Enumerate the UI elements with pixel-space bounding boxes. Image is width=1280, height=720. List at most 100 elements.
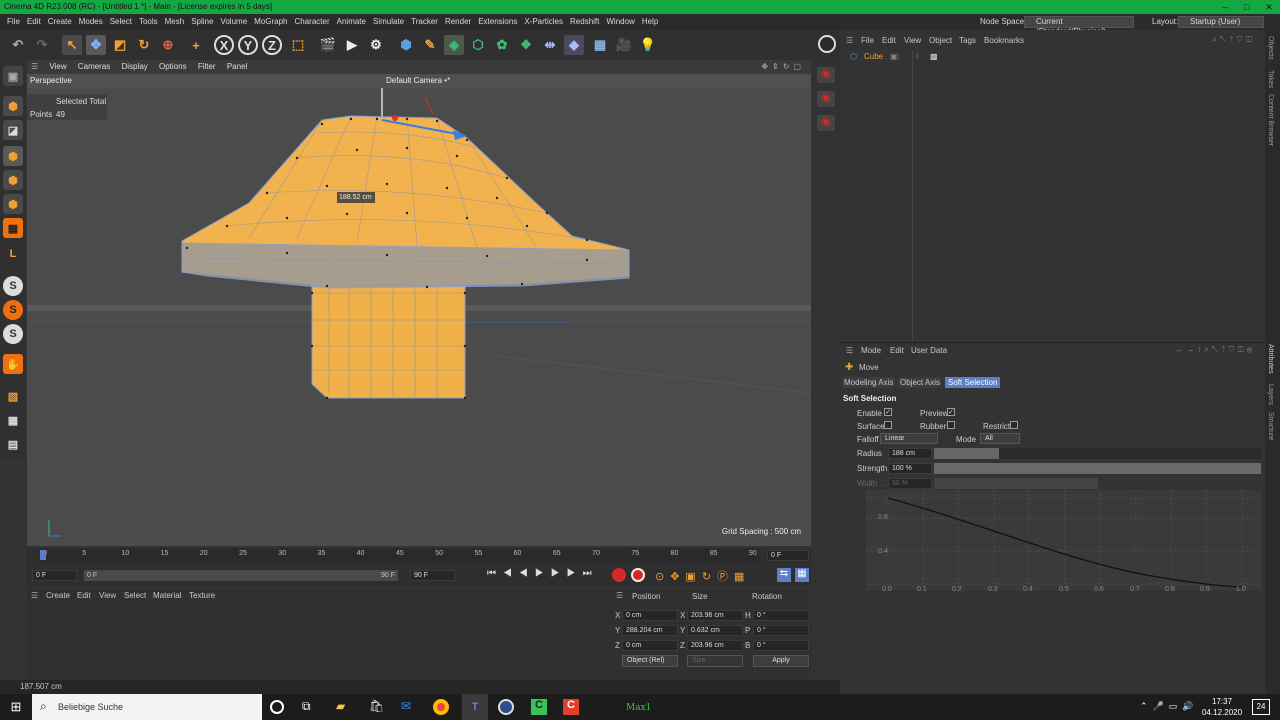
pos-y-field[interactable]: 288.204 cm (622, 625, 678, 636)
falloff-dropdown[interactable]: Linear (880, 433, 938, 444)
x-axis-lock-icon[interactable]: X (214, 35, 234, 55)
visibility-icon[interactable]: ▣⁝ (890, 52, 900, 61)
objects-menu-object[interactable]: Object (929, 36, 952, 45)
menu-create[interactable]: Create (48, 14, 72, 30)
file-explorer-icon[interactable]: ▰ (336, 699, 345, 713)
mograph-icon[interactable]: ❖ (516, 35, 536, 55)
menu-help[interactable]: Help (642, 14, 658, 30)
camtasia-icon[interactable]: C (531, 699, 547, 715)
menu-spline[interactable]: Spline (191, 14, 213, 30)
viewport-menu-cameras[interactable]: Cameras (78, 60, 110, 74)
radius-field[interactable]: 188 cm (888, 448, 932, 459)
material-menu-texture[interactable]: Texture (189, 591, 215, 600)
current-frame-field[interactable]: 0 F (767, 550, 809, 561)
material-menu-create[interactable]: Create (46, 591, 70, 600)
strength-field[interactable]: 100 % (888, 463, 932, 474)
viewport-menu-panel[interactable]: Panel (227, 60, 247, 74)
hamburger-icon[interactable]: ☰ (31, 60, 38, 74)
make-editable-icon[interactable]: ▣ (3, 66, 23, 86)
menu-edit[interactable]: Edit (27, 14, 41, 30)
recorder-icon[interactable]: C (563, 699, 579, 715)
move-tool-icon[interactable]: ✥ (86, 35, 106, 55)
viewport-menu-options[interactable]: Options (159, 60, 187, 74)
close-button[interactable]: ✕ (1258, 0, 1280, 14)
layer-icon[interactable]: ▤ (3, 434, 23, 454)
width-slider[interactable] (934, 478, 1261, 489)
coordinate-system-icon[interactable]: ⊕ (158, 35, 178, 55)
render-settings-icon[interactable]: ⚙ (366, 35, 386, 55)
menu-render[interactable]: Render (445, 14, 471, 30)
objects-menu-icon[interactable]: ☰ (846, 36, 853, 45)
menu-x-particles[interactable]: X-Particles (524, 14, 563, 30)
menu-select[interactable]: Select (110, 14, 132, 30)
side-tab-objects[interactable]: Objects (1267, 36, 1274, 60)
size-y-field[interactable]: 0.632 cm (687, 625, 743, 636)
snap-settings-icon[interactable]: S (3, 300, 23, 320)
objects-menu-bookmarks[interactable]: Bookmarks (984, 36, 1024, 45)
field-icon[interactable]: ◆ (564, 35, 584, 55)
menu-simulate[interactable]: Simulate (373, 14, 404, 30)
deformer-icon[interactable]: ⇹ (540, 35, 560, 55)
playback-controls[interactable]: ⏮◀◀▶▶▶⏭ (487, 568, 599, 579)
uv-mode-icon[interactable]: ▦ (3, 218, 23, 238)
rotate-tool-icon[interactable]: ↻ (134, 35, 154, 55)
solo-icon[interactable]: ▦ (3, 410, 23, 430)
redo-icon[interactable]: ↷ (32, 35, 52, 55)
side-tab-layers[interactable]: Layers (1267, 384, 1274, 405)
material-menu-icon[interactable]: ☰ (31, 591, 38, 600)
tag-icon[interactable]: ⁝ (916, 52, 919, 61)
rot-b-field[interactable]: 0 ° (753, 640, 809, 651)
menu-window[interactable]: Window (606, 14, 634, 30)
generator-icon[interactable]: ⬡ (468, 35, 488, 55)
z-axis-lock-icon[interactable]: Z (262, 35, 282, 55)
y-axis-lock-icon[interactable]: Y (238, 35, 258, 55)
model-mode-icon[interactable]: ⬢ (3, 96, 23, 116)
falloff-graph[interactable]: 0.8 0.4 (866, 490, 1261, 590)
camera-icon[interactable]: 🎥 (614, 35, 634, 55)
menu-mograph[interactable]: MoGraph (254, 14, 287, 30)
material-menu-select[interactable]: Select (124, 591, 146, 600)
enable-checkbox[interactable]: ✓ (884, 408, 892, 416)
size-x-field[interactable]: 203.96 cm (687, 610, 743, 621)
tab-soft-selection[interactable]: Soft Selection (945, 377, 1001, 388)
pos-x-field[interactable]: 0 cm (622, 610, 678, 621)
object-row-cube[interactable]: ⬡ Cube ▣⁝ ⁝ ▩ (850, 52, 1050, 62)
radius-slider[interactable] (934, 448, 1261, 459)
layout-dropdown[interactable]: Startup (User) (1178, 16, 1264, 28)
windows-start-icon[interactable]: ⊞ (0, 694, 32, 720)
add-object-icon[interactable]: + (186, 35, 206, 55)
size-z-field[interactable]: 203.96 cm (687, 640, 743, 651)
workplane-icon[interactable]: ✋ (3, 354, 23, 374)
objects-menu-file[interactable]: File (861, 36, 874, 45)
playhead[interactable] (40, 550, 46, 560)
viewport-menu-display[interactable]: Display (122, 60, 148, 74)
record-keyframe-icon[interactable] (612, 568, 626, 582)
attributes-menu-mode[interactable]: Mode (861, 346, 881, 355)
notification-icon[interactable]: 24 (1252, 699, 1270, 715)
preview-checkbox[interactable]: ✓ (947, 408, 955, 416)
menu-tools[interactable]: Tools (139, 14, 158, 30)
render-view-icon[interactable]: ▶ (342, 35, 362, 55)
attributes-menu-user-data[interactable]: User Data (911, 346, 947, 355)
rot-p-field[interactable]: 0 ° (753, 625, 809, 636)
attributes-menu-icon[interactable]: ☰ (846, 346, 853, 355)
teams-icon[interactable]: T (462, 694, 488, 720)
side-tab-content-browser[interactable]: Content Browser (1267, 94, 1274, 146)
system-tray-icons[interactable]: ⌃🎤▭🔊 (1140, 701, 1198, 712)
cinema4d-icon[interactable] (498, 699, 514, 715)
tab-modeling-axis[interactable]: Modeling Axis (842, 377, 896, 388)
mode-dropdown[interactable]: All (980, 433, 1020, 444)
rot-h-field[interactable]: 0 ° (753, 610, 809, 621)
render-region-icon[interactable]: 🎬 (318, 35, 338, 55)
menu-mesh[interactable]: Mesh (165, 14, 185, 30)
picture-viewer-icon[interactable]: ◉ (817, 67, 835, 83)
taskbar-search[interactable]: ⌕ Beliebige Suche (32, 694, 262, 720)
menu-file[interactable]: File (7, 14, 20, 30)
chrome-icon[interactable] (433, 699, 449, 715)
apply-button[interactable]: Apply (753, 655, 809, 667)
objects-menu-tags[interactable]: Tags (959, 36, 976, 45)
ipr-icon[interactable]: ◉ (817, 115, 835, 131)
coords-mode-dropdown[interactable]: Object (Rel) (622, 655, 678, 667)
grid-icon[interactable]: ▧ (3, 386, 23, 406)
objects-menu-edit[interactable]: Edit (882, 36, 896, 45)
